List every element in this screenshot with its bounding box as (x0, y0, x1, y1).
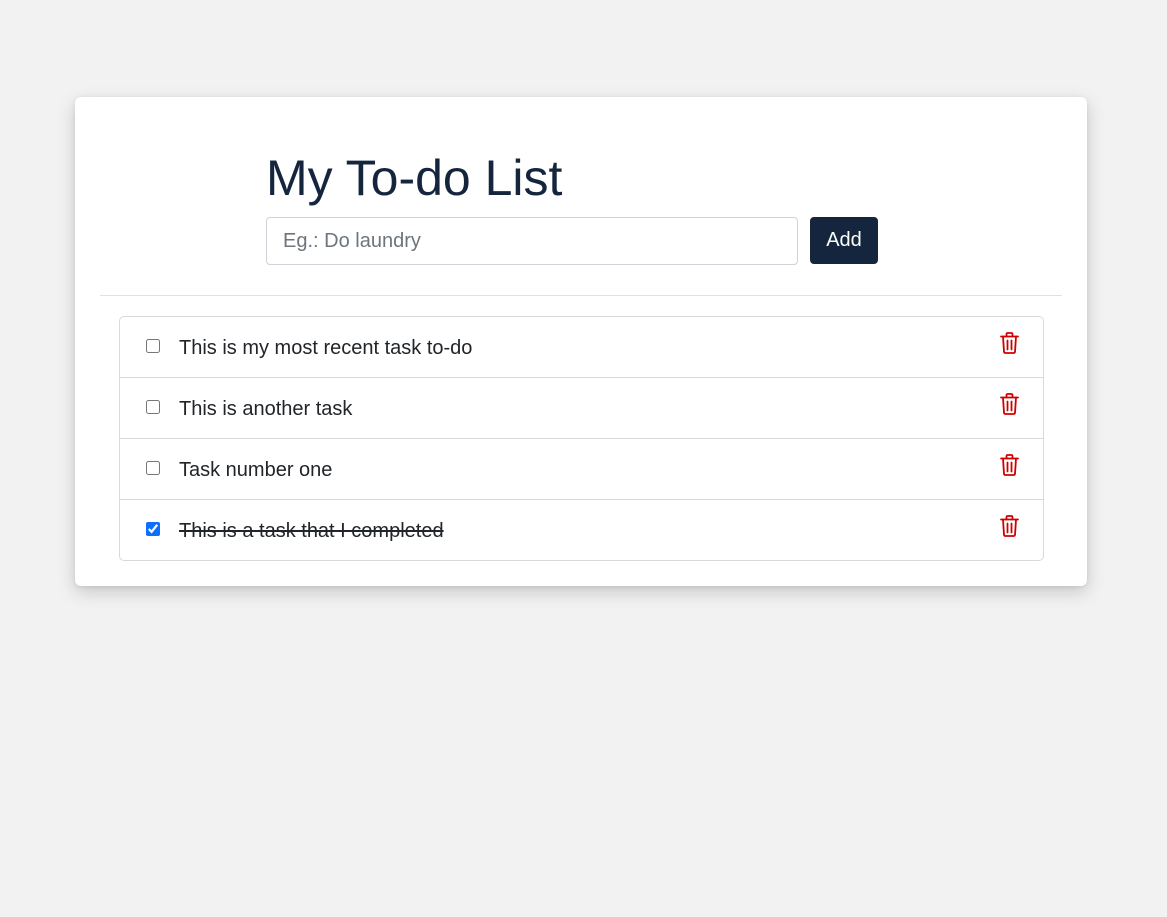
new-task-input[interactable] (266, 217, 798, 265)
trash-icon (999, 515, 1019, 537)
task-checkbox[interactable] (146, 461, 160, 475)
task-label: This is a task that I completed (179, 520, 444, 542)
task-checkbox[interactable] (146, 400, 160, 414)
trash-icon (999, 454, 1019, 476)
task-label: Task number one (179, 459, 333, 481)
task-label: This is another task (179, 398, 353, 420)
task-list: This is my most recent task to-do This i… (119, 316, 1044, 561)
delete-task-button[interactable] (997, 513, 1021, 539)
add-task-button[interactable]: Add (810, 217, 878, 264)
delete-task-button[interactable] (997, 330, 1021, 356)
delete-task-button[interactable] (997, 452, 1021, 478)
delete-task-button[interactable] (997, 391, 1021, 417)
page-title: My To-do List (266, 150, 563, 206)
divider (100, 295, 1062, 296)
task-item: Task number one (120, 439, 1043, 500)
task-checkbox[interactable] (146, 522, 160, 536)
trash-icon (999, 332, 1019, 354)
task-item: This is a task that I completed (120, 500, 1043, 560)
trash-icon (999, 393, 1019, 415)
todo-card: My To-do List Add This is my most recent… (75, 97, 1087, 586)
task-label: This is my most recent task to-do (179, 337, 473, 359)
task-item: This is another task (120, 378, 1043, 439)
task-checkbox[interactable] (146, 339, 160, 353)
task-item: This is my most recent task to-do (120, 317, 1043, 378)
